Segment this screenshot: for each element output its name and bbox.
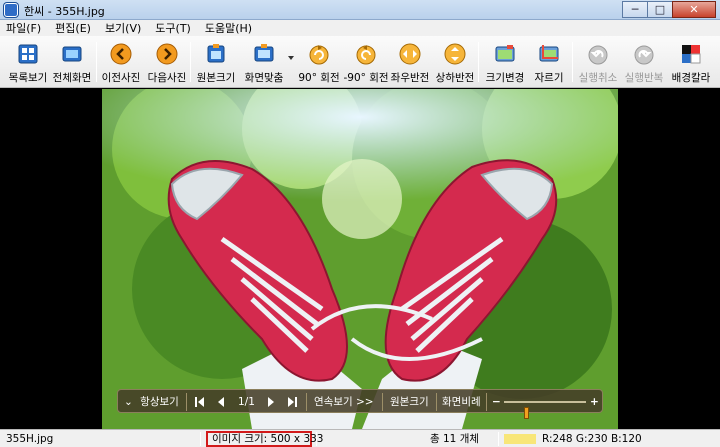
- undo-icon: [588, 45, 608, 65]
- status-divider: [316, 432, 317, 446]
- menu-help[interactable]: 도움말(H): [205, 20, 252, 36]
- status-divider: [200, 432, 201, 446]
- first-page-button[interactable]: [192, 390, 208, 414]
- always-show-toggle[interactable]: ⌄ 항상보기: [124, 393, 179, 411]
- prev-page-icon: [218, 397, 224, 407]
- title-bar: 한씨 - 355H.jpg ─ □ ✕: [0, 0, 720, 20]
- sneakers-photo: [102, 89, 618, 429]
- fit-screen-icon: [254, 44, 274, 62]
- window-controls: ─ □ ✕: [622, 1, 716, 18]
- next-page-button[interactable]: [264, 390, 278, 414]
- menu-tools[interactable]: 도구(T): [155, 20, 191, 36]
- flip-vertical-button[interactable]: 상하반전: [431, 38, 479, 86]
- background-color-button[interactable]: 배경칼라: [667, 38, 715, 86]
- rotate-counterclockwise-icon: [356, 45, 376, 65]
- maximize-button[interactable]: □: [647, 1, 673, 18]
- first-bar-icon: [195, 397, 197, 407]
- status-image-size: 이미지 크기: 500 x 333: [212, 433, 324, 445]
- next-page-icon: [268, 397, 274, 407]
- divider: [436, 393, 437, 411]
- status-total: 총 11 개체: [430, 433, 480, 445]
- divider: [382, 393, 383, 411]
- menu-file[interactable]: 파일(F): [6, 20, 41, 36]
- arrow-right-icon: [156, 43, 178, 65]
- status-bar: 355H.jpg 이미지 크기: 500 x 333 총 11 개체 R:248…: [0, 429, 720, 447]
- floating-controls: ⌄ 항상보기 1/1 연속보기 >> 원본크기 화면비례 − +: [117, 389, 603, 419]
- redo-icon: [634, 45, 654, 65]
- menu-edit[interactable]: 편집(E): [55, 20, 91, 36]
- zoom-slider[interactable]: [504, 401, 586, 419]
- flip-horizontal-icon: [399, 43, 421, 65]
- page-indicator: 1/1: [238, 396, 255, 408]
- list-view-icon: [18, 44, 38, 64]
- zoom-out-icon[interactable]: −: [492, 393, 501, 411]
- toolbar: 목록보기 전체화면 이전사진 다음사진 원본크기 화면맞춤 90° 회전 -90…: [0, 36, 720, 88]
- last-bar-icon: [295, 397, 297, 407]
- flip-vertical-icon: [444, 43, 466, 65]
- app-icon: [4, 3, 18, 17]
- divider: [486, 393, 487, 411]
- resize-icon: [495, 45, 515, 62]
- original-size-button-float[interactable]: 원본크기: [390, 393, 429, 411]
- always-show-label: 항상보기: [140, 396, 179, 408]
- close-button[interactable]: ✕: [672, 1, 716, 18]
- arrow-left-icon: [110, 43, 132, 65]
- last-page-icon: [288, 397, 294, 407]
- image-viewer[interactable]: ⌄ 항상보기 1/1 연속보기 >> 원본크기 화면비례 − +: [4, 89, 716, 429]
- rotate-clockwise-icon: [309, 45, 329, 65]
- divider: [186, 393, 187, 411]
- minimize-button[interactable]: ─: [622, 1, 648, 18]
- window-title: 한씨 - 355H.jpg: [24, 5, 105, 18]
- slideshow-button[interactable]: 연속보기 >>: [314, 393, 374, 411]
- menu-bar: 파일(F) 편집(E) 보기(V) 도구(T) 도움말(H): [0, 20, 720, 36]
- prev-page-button[interactable]: [214, 390, 228, 414]
- first-page-icon: [198, 397, 204, 407]
- status-filename: 355H.jpg: [6, 433, 54, 445]
- pixel-color-swatch: [504, 434, 536, 444]
- status-divider: [498, 432, 499, 446]
- fullscreen-icon: [62, 46, 82, 62]
- zoom-in-icon[interactable]: +: [590, 393, 599, 411]
- divider: [306, 393, 307, 411]
- color-palette-icon: [682, 45, 701, 64]
- menu-view[interactable]: 보기(V): [105, 20, 141, 36]
- screen-ratio-button[interactable]: 화면비례: [442, 393, 481, 411]
- chevron-down-icon: ⌄: [124, 396, 133, 408]
- crop-icon: [539, 45, 559, 62]
- fit-screen-dropdown-icon[interactable]: [288, 56, 294, 60]
- zoom-slider-thumb[interactable]: [523, 407, 529, 419]
- original-size-icon: [207, 44, 225, 63]
- fit-screen-button[interactable]: 화면맞춤: [240, 38, 288, 86]
- status-rgb: R:248 G:230 B:120: [542, 433, 642, 445]
- last-page-button[interactable]: [284, 390, 300, 414]
- photo: [102, 89, 618, 429]
- background-color-label: 배경칼라: [671, 72, 711, 84]
